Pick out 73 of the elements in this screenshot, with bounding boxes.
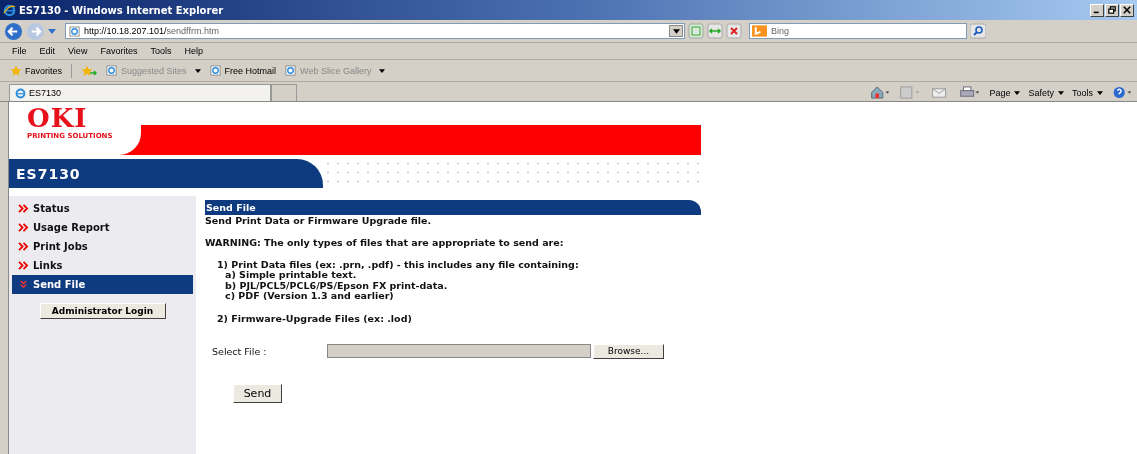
menu-item[interactable]: Help	[184, 46, 203, 56]
chevron-icon	[18, 204, 29, 213]
menu-item[interactable]: Tools	[150, 46, 172, 56]
favorites-button[interactable]: Favorites	[10, 64, 62, 77]
stop-icon[interactable]	[726, 23, 742, 39]
sidebar-item[interactable]: Usage Report	[12, 218, 193, 237]
command-menu[interactable]: Safety	[1028, 87, 1064, 98]
command-menu[interactable]: Page	[989, 87, 1021, 98]
sidebar-item[interactable]: Print Jobs	[12, 237, 193, 256]
restore-button[interactable]	[1105, 3, 1119, 17]
search-provider-icon	[752, 25, 767, 37]
add-favorite-icon[interactable]	[81, 64, 97, 77]
compatibility-icon[interactable]	[688, 23, 704, 39]
browser-tab[interactable]: ES7130	[9, 84, 271, 101]
refresh-icon[interactable]	[707, 23, 723, 39]
dropdown-icon[interactable]	[48, 28, 56, 34]
sidebar-label: Send File	[33, 279, 86, 290]
sidebar-item[interactable]: Links	[12, 256, 193, 275]
address-dropdown-button[interactable]	[669, 25, 683, 37]
close-button[interactable]	[1120, 3, 1134, 17]
chevron-icon	[18, 261, 29, 270]
caret-icon	[194, 68, 201, 73]
intro-text: Send Print Data or Firmware Upgrade file.	[205, 215, 432, 226]
menu-item[interactable]: File	[12, 46, 27, 56]
menu-item[interactable]: Favorites	[100, 46, 138, 56]
send-button[interactable]: Send	[233, 383, 282, 403]
sidebar-item[interactable]: Status	[12, 199, 193, 218]
section-title: Send File	[206, 202, 256, 213]
favorites-link[interactable]: Free Hotmail	[209, 65, 277, 76]
caret-icon	[1014, 90, 1021, 95]
select-file-label: Select File :	[212, 345, 268, 357]
page-icon	[106, 65, 117, 76]
page-icon	[209, 65, 221, 76]
restore-icon	[1108, 6, 1116, 14]
minimize-button[interactable]	[1090, 3, 1104, 17]
list-item: b) PJL/PCL5/PCL6/PS/Epson FX print-data.	[224, 280, 449, 291]
sidebar-item[interactable]: Send File	[12, 275, 193, 294]
administrator-login-button[interactable]: Administrator Login	[39, 303, 166, 319]
warning-text: WARNING: The only types of files that are appropriate to send are:	[205, 237, 565, 248]
caret-icon	[1097, 90, 1103, 95]
page-icon	[69, 25, 80, 37]
caret-icon	[1058, 90, 1064, 95]
sidebar-label: Links	[33, 260, 63, 271]
browser-icon	[3, 3, 16, 17]
window-title: ES7130 - Windows Internet Explorer	[19, 4, 224, 16]
sidebar-label: Status	[33, 203, 70, 214]
address-field[interactable]: http://10.18.207.101/sendffrm.htm	[65, 23, 685, 39]
browse-button[interactable]: Browse...	[593, 343, 664, 359]
browser-icon	[15, 87, 26, 99]
list-item: a) Simple printable text.	[224, 270, 357, 281]
chevron-down-icon	[18, 280, 29, 289]
menu-item[interactable]: View	[68, 46, 88, 56]
chevron-icon	[18, 242, 29, 251]
back-button[interactable]	[4, 21, 23, 41]
help-icon[interactable]	[1111, 86, 1133, 99]
search-field[interactable]: Bing	[749, 23, 967, 39]
search-icon[interactable]	[970, 23, 986, 39]
sidebar-label: Usage Report	[33, 222, 110, 233]
page-icon	[285, 65, 297, 76]
close-icon	[1123, 6, 1131, 14]
star-icon	[10, 64, 22, 77]
file-field[interactable]	[327, 344, 591, 358]
list-item: c) PDF (Version 1.3 and earlier)	[224, 291, 394, 302]
list-item: 2) Firmware-Upgrade Files (ex: .lod)	[216, 312, 413, 324]
chevron-icon	[18, 223, 29, 232]
model-name: ES7130	[16, 165, 81, 182]
caret-icon	[672, 28, 680, 34]
menu-item[interactable]: Edit	[39, 46, 56, 56]
list-item: 1) Print Data files (ex: .prn, .pdf) - this includes any file containing:	[216, 259, 580, 270]
caret-icon	[379, 68, 386, 73]
oki-logo: OKI	[27, 107, 88, 129]
command-menu[interactable]: Tools	[1072, 87, 1103, 98]
sidebar-label: Print Jobs	[33, 241, 88, 252]
